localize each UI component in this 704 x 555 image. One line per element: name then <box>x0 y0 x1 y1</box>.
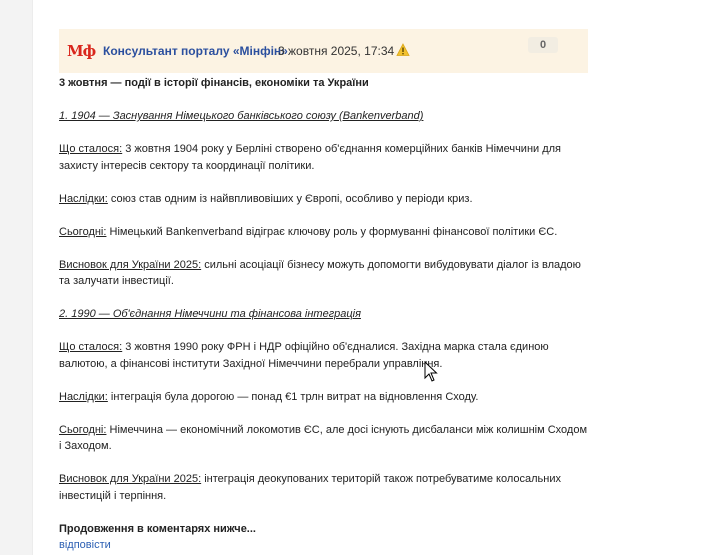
event2-today-label: Сьогодні: <box>59 423 107 436</box>
event2-result: Наслідки: інтеграція була дорогою — пона… <box>59 389 591 406</box>
event2-today: Сьогодні: Німеччина — економічний локомо… <box>59 422 591 455</box>
event1-conclusion-label: Висновок для України 2025: <box>59 258 202 271</box>
event1-today: Сьогодні: Німецький Bankenverband відігр… <box>59 224 591 241</box>
event1-heading-text: 1. 1904 — Заснування Німецького банківсь… <box>59 110 424 122</box>
author-name[interactable]: Консультант порталу «Мінфін» <box>103 44 288 58</box>
event1-result: Наслідки: союз став одним із найвпливові… <box>59 191 591 208</box>
event2-heading: 2. 1990 — Об'єднання Німеччини та фінанс… <box>59 306 591 323</box>
event1-today-label: Сьогодні: <box>59 225 107 238</box>
event2-result-label: Наслідки: <box>59 390 108 403</box>
vote-score[interactable]: 0 <box>528 37 558 53</box>
event2-today-text: Німеччина — економічний локомотив ЄС, ал… <box>59 423 588 453</box>
event1-what: Що сталося: 3 жовтня 1904 року у Берліні… <box>59 141 591 174</box>
event2-what-label: Що сталося: <box>59 341 123 353</box>
warning-icon[interactable] <box>396 43 410 57</box>
continuation-note: Продовження в коментарях нижче... <box>59 522 256 535</box>
event1-result-text: союз став одним із найвпливовіших у Євро… <box>107 192 473 205</box>
event2-what: Що сталося: 3 жовтня 1990 року ФРН і НДР… <box>59 339 591 372</box>
event2-what-text: 3 жовтня 1990 року ФРН і НДР офіційно об… <box>59 341 549 370</box>
event2-conclusion-label: Висновок для України 2025: <box>59 473 202 485</box>
post-title: 3 жовтня — події в історії фінансів, еко… <box>59 77 369 89</box>
event2-heading-text: 2. 1990 — Об'єднання Німеччини та фінанс… <box>59 308 361 320</box>
event1-what-label: Що сталося: <box>59 143 123 155</box>
event1-conclusion: Висновок для України 2025: сильні асоціа… <box>59 257 591 290</box>
post-date: 3 жовтня 2025, 17:34 <box>278 44 395 58</box>
event1-what-text: 3 жовтня 1904 року у Берліні створено об… <box>59 143 562 172</box>
post-content: 3 жовтня — події в історії фінансів, еко… <box>59 75 591 554</box>
right-background <box>601 0 704 555</box>
event2-result-text: інтеграція була дорогою — понад €1 трлн … <box>107 390 479 403</box>
mouse-cursor-icon <box>424 361 438 382</box>
event2-conclusion: Висновок для України 2025: інтеграція де… <box>59 471 591 504</box>
event1-heading: 1. 1904 — Заснування Німецького банківсь… <box>59 108 591 125</box>
reply-link[interactable]: відповісти <box>59 539 111 551</box>
event1-today-text: Німецький Bankenverband відіграє ключову… <box>106 225 558 238</box>
left-gutter <box>0 0 32 555</box>
event1-result-label: Наслідки: <box>59 192 108 205</box>
minfin-logo[interactable]: Мф <box>67 41 96 61</box>
post-header: Мф Консультант порталу «Мінфін» 3 жовтня… <box>59 29 588 73</box>
